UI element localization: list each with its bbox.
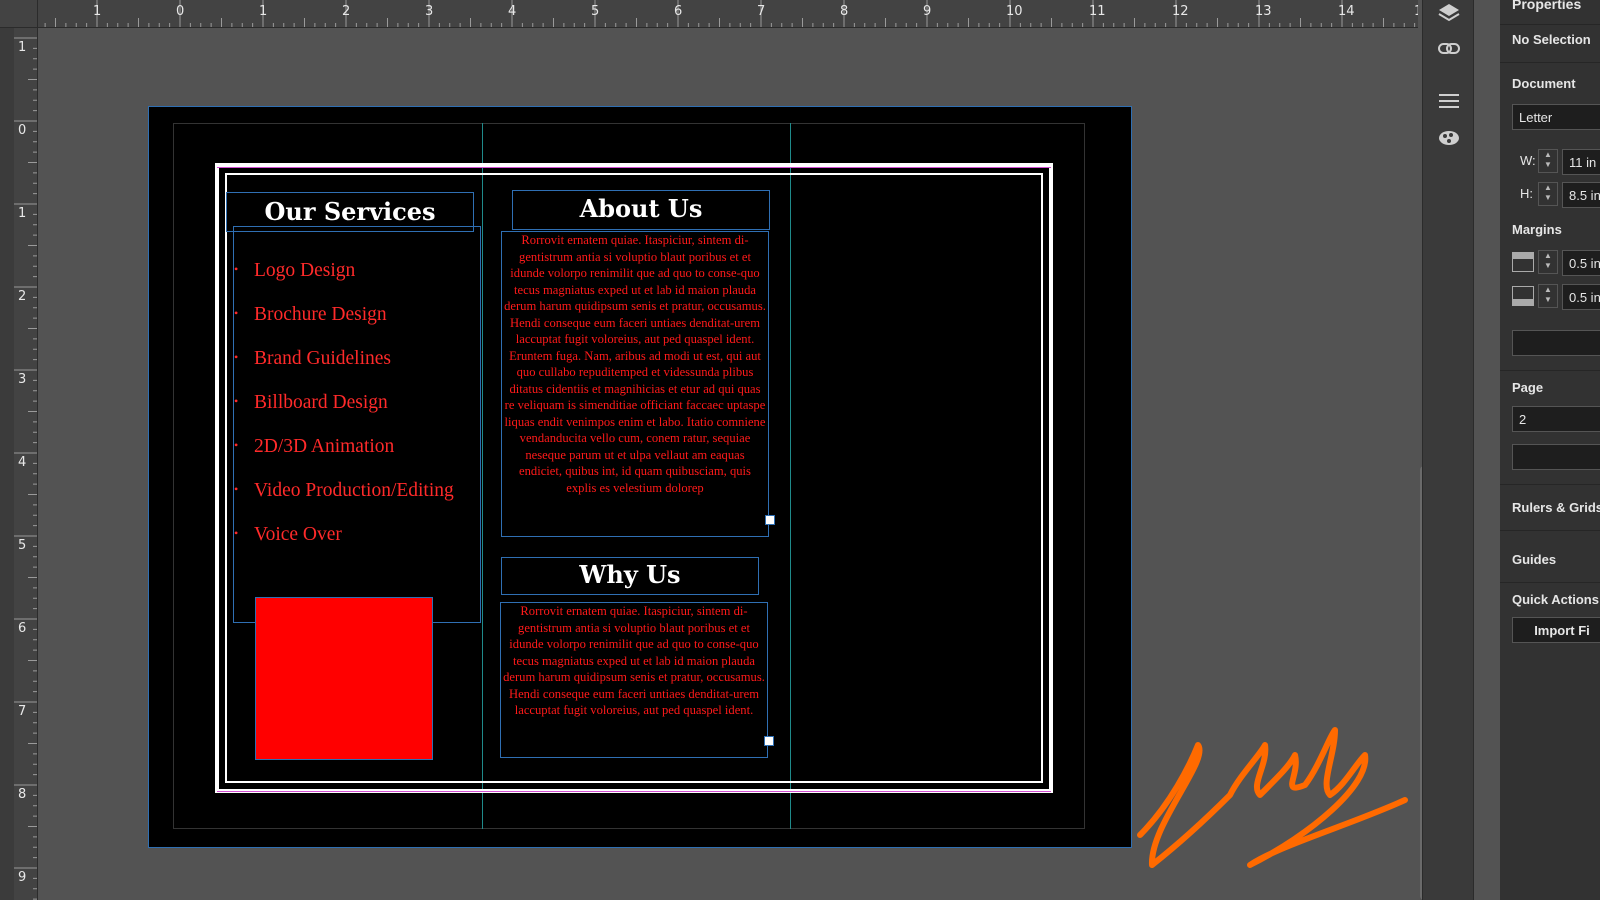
stroke-icon[interactable] <box>1437 90 1461 112</box>
height-label: H: <box>1520 186 1533 201</box>
why-paragraph: Rorrovit ernatem quiae. Itaspiciur, sint… <box>503 604 765 684</box>
panel-icon-strip <box>1422 0 1474 900</box>
ruler-label: 6 <box>674 4 683 19</box>
layers-icon[interactable] <box>1437 2 1461 24</box>
list-item: Brochure Design <box>234 304 454 348</box>
ruler-label: 14 <box>1338 4 1355 19</box>
width-stepper[interactable]: ▲ ▼ <box>1538 149 1558 173</box>
ruler-label: 1 <box>18 40 27 55</box>
list-item: 2D/3D Animation <box>234 436 454 480</box>
import-file-button[interactable]: Import Fi <box>1512 617 1600 643</box>
margin-top-field[interactable]: 0.5 in <box>1562 250 1600 276</box>
width-field[interactable]: 11 in <box>1562 149 1600 175</box>
about-title-frame[interactable]: About Us <box>512 190 770 230</box>
adjust-layout-button[interactable] <box>1512 330 1600 356</box>
ruler-label: 2 <box>342 4 351 19</box>
ruler-label: 10 <box>1006 4 1023 19</box>
ruler-label: 9 <box>18 870 27 885</box>
list-item: Video Production/Editing <box>234 480 454 524</box>
ruler-label: 3 <box>18 372 27 387</box>
panel-separator <box>1500 62 1600 63</box>
panel-separator <box>1500 484 1600 485</box>
ruler-label: 1 <box>93 4 102 19</box>
rulers-grids-section[interactable]: Rulers & Grids <box>1512 500 1600 515</box>
selection-status: No Selection <box>1512 32 1591 47</box>
ruler-label: 1 <box>1414 4 1418 19</box>
quick-actions-section: Quick Actions <box>1512 592 1599 607</box>
height-stepper[interactable]: ▲ ▼ <box>1538 182 1558 206</box>
ruler-label: 4 <box>508 4 517 19</box>
signature-watermark <box>1137 727 1408 868</box>
list-item: Logo Design <box>234 260 454 304</box>
margin-bottom-icon <box>1512 286 1534 306</box>
about-title: About Us <box>579 194 703 223</box>
panel-separator <box>1500 24 1600 25</box>
ruler-label: 7 <box>757 4 766 19</box>
margin-bottom-stepper[interactable]: ▲ ▼ <box>1538 284 1558 308</box>
size-preset-dropdown[interactable]: Letter <box>1512 104 1600 130</box>
ruler-label: 0 <box>176 4 185 19</box>
links-icon[interactable] <box>1437 38 1461 60</box>
margin-line-bottom <box>217 791 1051 792</box>
why-paragraph: Hendi conseque eum faceri untiaes dendit… <box>508 686 760 718</box>
margin-top-icon <box>1512 252 1534 272</box>
ruler-ticks-top <box>13 0 1416 27</box>
text-frame-out-port[interactable] <box>765 515 775 525</box>
ruler-label: 1 <box>259 4 268 19</box>
panel-separator <box>1500 582 1600 583</box>
ruler-label: 9 <box>923 4 932 19</box>
ruler-label: 6 <box>18 621 27 636</box>
services-list: Logo Design Brochure Design Brand Guidel… <box>234 260 454 568</box>
why-title-frame[interactable]: Why Us <box>501 557 759 595</box>
why-title: Why Us <box>579 560 681 589</box>
ruler-label: 5 <box>18 538 27 553</box>
page-section-label: Page <box>1512 380 1544 395</box>
list-item: Billboard Design <box>234 392 454 436</box>
ruler-label: 12 <box>1172 4 1189 19</box>
panel-separator <box>1500 370 1600 371</box>
margin-top-stepper[interactable]: ▲ ▼ <box>1538 250 1558 274</box>
edit-page-button[interactable] <box>1512 444 1600 470</box>
ruler-label: 13 <box>1255 4 1272 19</box>
list-item: Voice Over <box>234 524 454 568</box>
ruler-label: 0 <box>18 123 27 138</box>
ruler-label: 11 <box>1089 4 1106 19</box>
margin-line-top <box>217 167 1051 168</box>
list-item: Brand Guidelines <box>234 348 454 392</box>
ruler-label: 7 <box>18 704 27 719</box>
about-paragraph: Eruntem fuga. Nam, aribus ad modi ut est… <box>504 348 766 495</box>
why-text-frame[interactable]: Rorrovit ernatem quiae. Itaspiciur, sint… <box>500 602 768 758</box>
height-field[interactable]: 8.5 in <box>1562 182 1600 208</box>
text-frame-out-port[interactable] <box>764 736 774 746</box>
ruler-label: 2 <box>18 289 27 304</box>
ruler-label: 8 <box>18 787 27 802</box>
ruler-label: 8 <box>840 4 849 19</box>
width-label: W: <box>1520 153 1536 168</box>
ruler-origin[interactable] <box>0 0 38 28</box>
about-paragraph: Rorrovit ernatem quiae. Itaspiciur, sint… <box>504 233 766 313</box>
document-section-label: Document <box>1512 76 1576 91</box>
ruler-label: 4 <box>18 455 27 470</box>
properties-panel: Properties No Selection Document Letter … <box>1500 0 1600 900</box>
margins-section-label: Margins <box>1512 222 1562 237</box>
panel-separator <box>1500 530 1600 531</box>
tools-panel-edge[interactable] <box>0 28 14 900</box>
guides-section[interactable]: Guides <box>1512 552 1556 567</box>
ruler-label: 5 <box>591 4 600 19</box>
red-rectangle-frame[interactable] <box>255 597 433 760</box>
ruler-label: 1 <box>18 206 27 221</box>
horizontal-ruler[interactable]: 1 0 1 2 3 4 5 6 7 8 9 10 11 12 13 14 1 <box>0 0 1418 28</box>
ruler-label: 3 <box>425 4 434 19</box>
margin-bottom-field[interactable]: 0.5 in <box>1562 284 1600 310</box>
panel-title: Properties <box>1512 0 1582 12</box>
swatches-icon[interactable] <box>1437 126 1461 148</box>
about-text-frame[interactable]: Rorrovit ernatem quiae. Itaspiciur, sint… <box>501 231 769 537</box>
page-dropdown[interactable]: 2 <box>1512 406 1600 432</box>
about-paragraph: Hendi conseque eum faceri untiaes dendit… <box>509 315 761 347</box>
